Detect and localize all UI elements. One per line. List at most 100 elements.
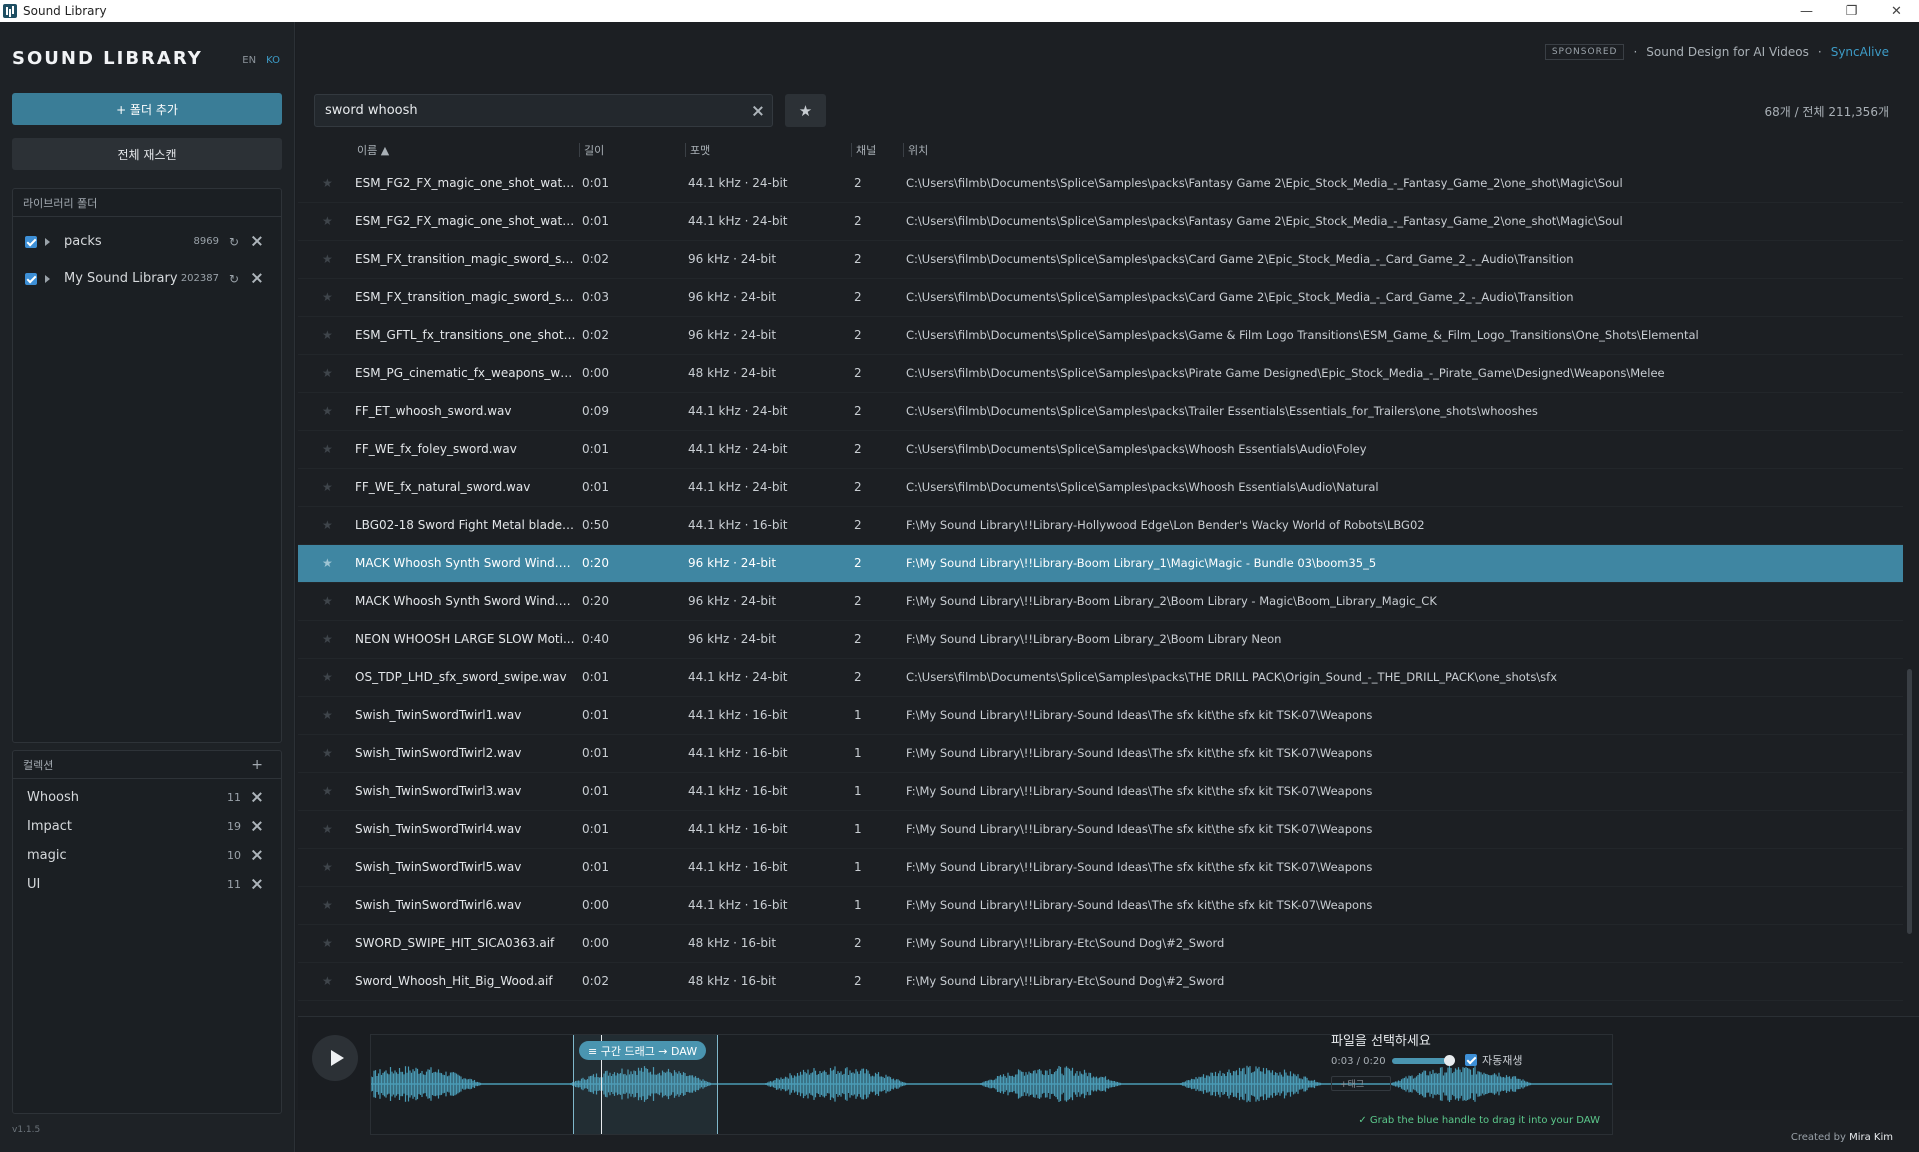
waveform[interactable]: ≡ 구간 드래그 → DAW ✓ Grab the blue handle to…	[370, 1034, 1613, 1135]
table-row[interactable]: ★ Swish_TwinSwordTwirl3.wav 0:01 44.1 kHz ·…	[298, 773, 1903, 811]
file-format: 44.1 kHz · 16-bit	[688, 860, 788, 874]
remove-collection-icon[interactable]	[251, 820, 263, 832]
autoplay-toggle[interactable]: 자동재생	[1465, 1052, 1522, 1068]
add-tag-button[interactable]: +태그	[1331, 1076, 1391, 1091]
table-row[interactable]: ★ Swish_TwinSwordTwirl2.wav 0:01 44.1 kHz ·…	[298, 735, 1903, 773]
add-collection-button[interactable]: +	[251, 757, 263, 773]
favorites-filter-button[interactable]: ★	[785, 94, 826, 127]
remove-folder-icon[interactable]	[251, 272, 263, 284]
table-row[interactable]: ★ Swish_TwinSwordTwirl5.wav 0:01 44.1 kHz ·…	[298, 849, 1903, 887]
favorite-star-icon[interactable]: ★	[322, 480, 333, 494]
favorite-star-icon[interactable]: ★	[322, 670, 333, 684]
favorite-star-icon[interactable]: ★	[322, 860, 333, 874]
table-row[interactable]: ★ Swish_TwinSwordTwirl4.wav 0:01 44.1 kHz ·…	[298, 811, 1903, 849]
autoplay-checkbox[interactable]	[1465, 1054, 1477, 1066]
table-row[interactable]: ★ Swish_TwinSwordTwirl1.wav 0:01 44.1 kHz ·…	[298, 697, 1903, 735]
table-row[interactable]: ★ ESM_PG_cinematic_fx_weapons_war... 0:00 4…	[298, 355, 1903, 393]
remove-collection-icon[interactable]	[251, 791, 263, 803]
lang-en-button[interactable]: EN	[242, 55, 256, 66]
favorite-star-icon[interactable]: ★	[322, 442, 333, 456]
table-row[interactable]: ★ MACK Whoosh Synth Sword Wind.w... 0:20 96…	[298, 545, 1903, 583]
collection-name: magic	[27, 848, 67, 863]
file-format: 44.1 kHz · 16-bit	[688, 898, 788, 912]
clear-search-icon[interactable]	[752, 105, 764, 117]
column-divider[interactable]	[579, 143, 580, 157]
favorite-star-icon[interactable]: ★	[322, 632, 333, 646]
favorite-star-icon[interactable]: ★	[322, 708, 333, 722]
table-row[interactable]: ★ NEON WHOOSH LARGE SLOW Moti... 0:40 96 kH…	[298, 621, 1903, 659]
table-row[interactable]: ★ MACK Whoosh Synth Sword Wind.w... 0:20 96…	[298, 583, 1903, 621]
table-row[interactable]: ★ LBG02-18 Sword Fight Metal blade ... 0:5…	[298, 507, 1903, 545]
favorite-star-icon[interactable]: ★	[322, 252, 333, 266]
column-header-location[interactable]: 위치	[908, 142, 928, 158]
favorite-star-icon[interactable]: ★	[322, 518, 333, 532]
favorite-star-icon[interactable]: ★	[322, 556, 333, 570]
table-row[interactable]: ★ SWORD_SWIPE_HIT_SICA0363.aif 0:00 48 kHz …	[298, 925, 1903, 963]
collection-item[interactable]: Impact 19	[13, 812, 281, 841]
favorite-star-icon[interactable]: ★	[322, 936, 333, 950]
table-row[interactable]: ★ FF_ET_whoosh_sword.wav 0:09 44.1 kHz · 24…	[298, 393, 1903, 431]
favorite-star-icon[interactable]: ★	[322, 328, 333, 342]
favorite-star-icon[interactable]: ★	[322, 176, 333, 190]
table-row[interactable]: ★ ESM_GFTL_fx_transitions_one_shots_... 0:…	[298, 317, 1903, 355]
column-header-duration[interactable]: 길이	[584, 142, 604, 158]
lang-ko-button[interactable]: KO	[266, 55, 280, 66]
rescan-all-button[interactable]: 전체 재스캔	[12, 138, 282, 170]
close-icon[interactable]: ✕	[1874, 0, 1919, 22]
volume-slider[interactable]	[1392, 1055, 1455, 1066]
favorite-star-icon[interactable]: ★	[322, 594, 333, 608]
file-channels: 2	[854, 518, 862, 532]
table-row[interactable]: ★ Sword_Whoosh_Hit_Big_Wood.aif 0:02 48 kHz…	[298, 963, 1903, 1001]
collection-item[interactable]: Whoosh 11	[13, 783, 281, 812]
favorite-star-icon[interactable]: ★	[322, 290, 333, 304]
add-folder-button[interactable]: + 폴더 추가	[12, 93, 282, 125]
column-header-name[interactable]: 이름 ▲	[357, 142, 389, 158]
table-row[interactable]: ★ FF_WE_fx_natural_sword.wav 0:01 44.1 kHz …	[298, 469, 1903, 507]
table-row[interactable]: ★ Swish_TwinSwordTwirl6.wav 0:00 44.1 kHz ·…	[298, 887, 1903, 925]
sponsor-link[interactable]: SyncAlive	[1831, 45, 1889, 59]
file-location: C:\Users\filmb\Documents\Splice\Samples\…	[906, 328, 1699, 342]
table-row[interactable]: ★ ESM_FG2_FX_magic_one_shot_water... 0:01 4…	[298, 203, 1903, 241]
column-divider[interactable]	[903, 143, 904, 157]
column-divider[interactable]	[851, 143, 852, 157]
favorite-star-icon[interactable]: ★	[322, 404, 333, 418]
play-button[interactable]	[312, 1035, 358, 1081]
file-channels: 1	[854, 822, 862, 836]
sponsor-text[interactable]: Sound Design for AI Videos	[1646, 45, 1809, 59]
expand-arrow-icon[interactable]	[45, 237, 50, 246]
favorite-star-icon[interactable]: ★	[322, 366, 333, 380]
table-row[interactable]: ★ ESM_FX_transition_magic_sword_shi... 0:0…	[298, 279, 1903, 317]
list-scrollbar[interactable]	[1907, 669, 1912, 934]
folder-checkbox[interactable]	[25, 272, 37, 285]
favorite-star-icon[interactable]: ★	[322, 898, 333, 912]
favorite-star-icon[interactable]: ★	[322, 784, 333, 798]
column-divider[interactable]	[685, 143, 686, 157]
search-input[interactable]: sword whoosh	[314, 94, 773, 127]
favorite-star-icon[interactable]: ★	[322, 974, 333, 988]
column-header-channels[interactable]: 채널	[856, 142, 876, 158]
collection-item[interactable]: magic 10	[13, 841, 281, 870]
favorite-star-icon[interactable]: ★	[322, 214, 333, 228]
remove-collection-icon[interactable]	[251, 849, 263, 861]
table-row[interactable]: ★ FF_WE_fx_foley_sword.wav 0:01 44.1 kHz · …	[298, 431, 1903, 469]
folder-row[interactable]: My Sound Library 202387 ↻	[13, 260, 281, 297]
column-header-format[interactable]: 포맷	[690, 142, 710, 158]
table-row[interactable]: ★ ESM_FG2_FX_magic_one_shot_water... 0:01 4…	[298, 165, 1903, 203]
minimize-icon[interactable]: —	[1784, 0, 1829, 22]
favorite-star-icon[interactable]: ★	[322, 746, 333, 760]
folder-checkbox[interactable]	[25, 235, 37, 248]
table-row[interactable]: ★ ESM_FX_transition_magic_sword_shi... 0:0…	[298, 241, 1903, 279]
favorite-star-icon[interactable]: ★	[322, 822, 333, 836]
volume-knob[interactable]	[1444, 1055, 1455, 1066]
remove-folder-icon[interactable]	[251, 235, 263, 247]
refresh-icon[interactable]: ↻	[229, 272, 239, 286]
drag-to-daw-handle[interactable]: ≡ 구간 드래그 → DAW	[579, 1041, 707, 1060]
file-name: ESM_PG_cinematic_fx_weapons_war...	[355, 366, 577, 380]
folder-row[interactable]: packs 8969 ↻	[13, 223, 281, 260]
restore-icon[interactable]: ❐	[1829, 0, 1874, 22]
remove-collection-icon[interactable]	[251, 878, 263, 890]
table-row[interactable]: ★ OS_TDP_LHD_sfx_sword_swipe.wav 0:01 44.1 …	[298, 659, 1903, 697]
expand-arrow-icon[interactable]	[45, 274, 50, 283]
collection-item[interactable]: UI 11	[13, 870, 281, 899]
refresh-icon[interactable]: ↻	[229, 235, 239, 249]
